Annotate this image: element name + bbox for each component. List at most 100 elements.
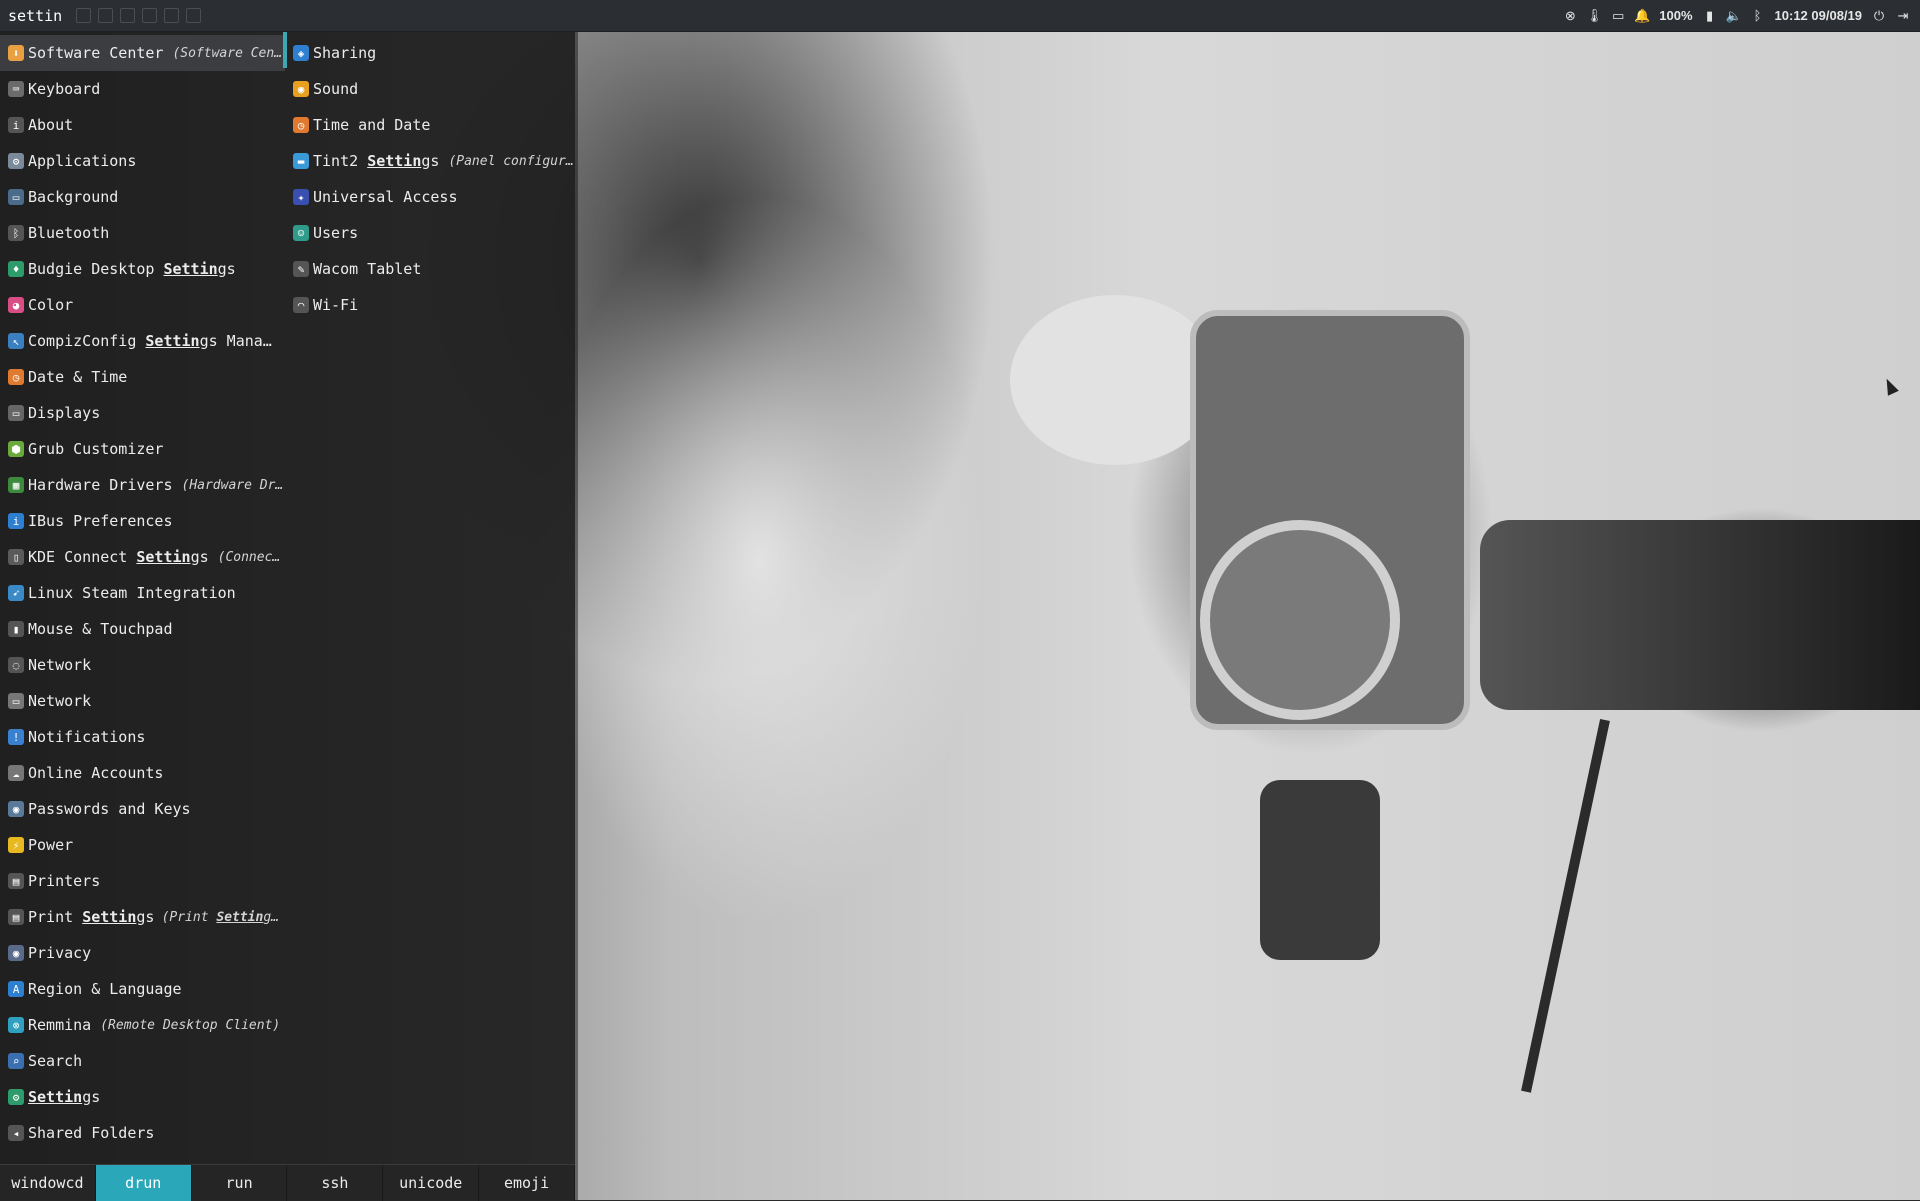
launcher-item[interactable]: ◠ Wi-Fi — [285, 287, 575, 323]
name-text: Sharing — [313, 44, 377, 62]
comment-text: (Print — [161, 909, 217, 925]
launcher-item[interactable]: ◉ Sound — [285, 71, 575, 107]
launcher-item[interactable]: ▭ Displays — [0, 395, 285, 431]
launcher-item[interactable]: ▮ Mouse & Touchpad — [0, 611, 285, 647]
name-text: Software Center — [28, 44, 164, 62]
name-text: Color — [28, 296, 74, 314]
launcher-item[interactable]: ➹ Linux Steam Integration — [0, 575, 285, 611]
launcher-item-comment: (Remote Desktop Client) — [100, 1017, 281, 1033]
window-icon[interactable] — [98, 8, 113, 23]
steam-icon: ➹ — [8, 585, 24, 601]
launcher-item-name: Wacom Tablet — [313, 260, 421, 278]
launcher-item[interactable]: ⚙ Applications — [0, 143, 285, 179]
accessibility-icon: ✦ — [293, 189, 309, 205]
launcher-item[interactable]: ◕ Color — [0, 287, 285, 323]
launcher-item[interactable]: i IBus Preferences — [0, 503, 285, 539]
name-text: Passwords and Keys — [28, 800, 191, 818]
result-column-1: ⬇ Software Center (Software Cen… ⌨ Keyboard i… — [0, 35, 285, 1151]
launcher-item[interactable]: ▤ Printers — [0, 863, 285, 899]
logout-icon[interactable]: ⇥ — [1896, 8, 1910, 23]
mode-tab-ssh[interactable]: ssh — [287, 1165, 384, 1201]
launcher-item[interactable]: ▦ Hardware Drivers (Hardware Dr… — [0, 467, 285, 503]
match-highlight: Settin — [367, 152, 422, 170]
battery-icon[interactable]: ▮ — [1703, 8, 1717, 23]
launcher-item-name: Region & Language — [28, 980, 182, 998]
mode-tab-drun[interactable]: drun — [95, 1165, 192, 1201]
window-icon[interactable] — [76, 8, 91, 23]
launcher-item[interactable]: ⌨ Keyboard — [0, 71, 285, 107]
launcher-item[interactable]: ▬ Tint2 Settings (Panel configur… — [285, 143, 575, 179]
launcher-item[interactable]: ◉ Passwords and Keys — [0, 791, 285, 827]
launcher-item[interactable]: ⬇ Software Center (Software Cen… — [0, 35, 285, 71]
launcher-item-comment: (Connec… — [217, 549, 281, 565]
name-text: Background — [28, 188, 119, 206]
name-text: Region & Language — [28, 980, 182, 998]
name-text: Universal Access — [313, 188, 458, 206]
bluetooth-icon[interactable]: ᛒ — [1751, 8, 1765, 23]
steam-tray-icon[interactable]: ⊗ — [1563, 8, 1577, 23]
launcher-item[interactable]: ♦ Budgie Desktop Settings — [0, 251, 285, 287]
launcher-item[interactable]: ▯ KDE Connect Settings (Connec… — [0, 539, 285, 575]
launcher-item[interactable]: ☁ Online Accounts — [0, 755, 285, 791]
launcher-item[interactable]: ↖ CompizConfig Settings Mana… — [0, 323, 285, 359]
network-wired-icon: ▭ — [8, 693, 24, 709]
launcher-item-name: Network — [28, 656, 91, 674]
launcher-item[interactable]: ⊗ Remmina (Remote Desktop Client) — [0, 1007, 285, 1043]
printer-icon: ▤ — [8, 873, 24, 889]
clock-datetime[interactable]: 10:12 09/08/19 — [1775, 8, 1862, 23]
launcher-item[interactable]: ▤ Print Settings (Print Settings) — [0, 899, 285, 935]
compiz-icon: ↖ — [8, 333, 24, 349]
launcher-item[interactable]: ▭ Background — [0, 179, 285, 215]
launcher-item-name: Background — [28, 188, 118, 206]
launcher-item[interactable]: ◉ Privacy — [0, 935, 285, 971]
launcher-item[interactable]: ✎ Wacom Tablet — [285, 251, 575, 287]
launcher-item[interactable]: ◈ Sharing — [285, 35, 575, 71]
launcher-item[interactable]: A Region & Language — [0, 971, 285, 1007]
rofi-launcher: ⬇ Software Center (Software Cen… ⌨ Keyboard i… — [0, 32, 575, 1200]
window-icon[interactable] — [142, 8, 157, 23]
launcher-item-name: Print Settings — [28, 908, 153, 926]
bell-icon[interactable]: 🔔 — [1634, 8, 1650, 23]
keyring-icon: ◉ — [8, 801, 24, 817]
launcher-item[interactable]: ⬢ Grub Customizer — [0, 431, 285, 467]
applications-gear-icon: ⚙ — [8, 153, 24, 169]
launcher-item[interactable]: ◂ Shared Folders — [0, 1115, 285, 1151]
window-icon[interactable] — [120, 8, 135, 23]
launcher-item-name: Software Center — [28, 44, 163, 62]
launcher-item[interactable]: ◷ Date & Time — [0, 359, 285, 395]
launcher-item[interactable]: ☺ Users — [285, 215, 575, 251]
mode-tab-emoji[interactable]: emoji — [479, 1165, 575, 1201]
power-icon[interactable]: ⏻ — [1872, 8, 1886, 23]
launcher-item[interactable]: ⚡ Power — [0, 827, 285, 863]
window-icon[interactable] — [186, 8, 201, 23]
background-icon: ▭ — [8, 189, 24, 205]
sharing-icon: ◈ — [293, 45, 309, 61]
launcher-item[interactable]: ⌕ Search — [0, 1043, 285, 1079]
launcher-item-name: Sound — [313, 80, 358, 98]
thermometer-icon[interactable]: 🌡 — [1586, 8, 1603, 23]
launcher-item-name: Keyboard — [28, 80, 100, 98]
launcher-item-comment: (Hardware Dr… — [181, 477, 284, 493]
display-icon: ▭ — [8, 405, 24, 421]
launcher-item[interactable]: ◌ Network — [0, 647, 285, 683]
cloud-icon: ☁ — [8, 765, 24, 781]
screen-icon[interactable]: ▭ — [1611, 8, 1625, 23]
window-icon[interactable] — [164, 8, 179, 23]
system-tray: ⊗ 🌡 ▭ 🔔 100% ▮ 🔈 ᛒ 10:12 09/08/19 ⏻ ⇥ — [1563, 0, 1920, 31]
kde-connect-icon: ▯ — [8, 549, 24, 565]
name-text: gs — [421, 152, 440, 170]
launcher-item[interactable]: ◷ Time and Date — [285, 107, 575, 143]
launcher-item[interactable]: ᛒ Bluetooth — [0, 215, 285, 251]
launcher-item[interactable]: i About — [0, 107, 285, 143]
volume-icon[interactable]: 🔈 — [1725, 8, 1741, 23]
mode-tab-run[interactable]: run — [192, 1165, 288, 1201]
mode-tab-unicode[interactable]: unicode — [383, 1165, 480, 1201]
launcher-item[interactable]: ! Notifications — [0, 719, 285, 755]
launcher-item[interactable]: ⚙ Settings — [0, 1079, 285, 1115]
ibus-icon: i — [8, 513, 24, 529]
launcher-item[interactable]: ▭ Network — [0, 683, 285, 719]
name-text: IBus Preferences — [28, 512, 173, 530]
name-text: Applications — [28, 152, 137, 170]
mode-tab-windowcd[interactable]: windowcd — [0, 1165, 96, 1201]
launcher-item[interactable]: ✦ Universal Access — [285, 179, 575, 215]
